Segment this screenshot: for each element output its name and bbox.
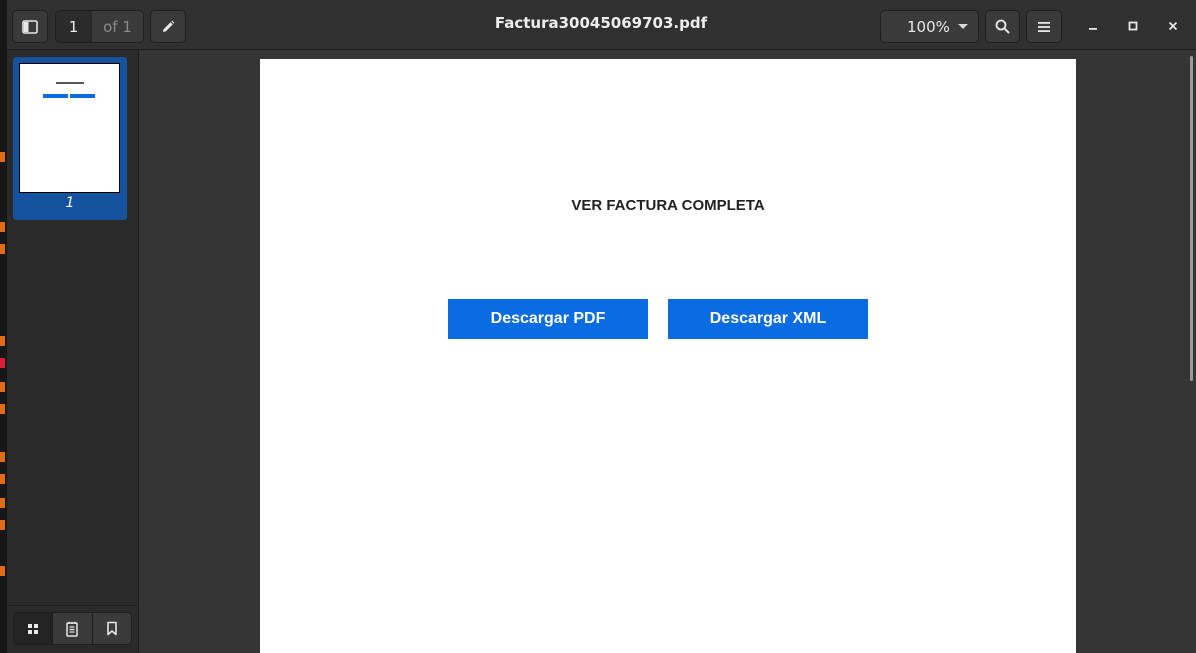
minimize-icon [1088,21,1098,31]
vertical-scrollbar[interactable] [1190,56,1193,381]
terminal-glyph [0,152,5,162]
sidebar-footer [7,605,138,653]
terminal-glyph [0,244,5,254]
chevron-down-icon [958,24,968,29]
thumbnail-button [70,94,95,98]
maximize-button[interactable] [1121,14,1145,38]
terminal-glyph [0,520,5,530]
document-list-icon [65,621,79,637]
minimize-button[interactable] [1081,14,1105,38]
thumbnail-preview [19,63,120,193]
thumbnail-button [43,94,68,98]
bookmarks-view-button[interactable] [92,613,131,644]
headerbar: 1 of 1 Factura30045069703.pdf 100% [7,0,1196,50]
search-button[interactable] [985,10,1020,43]
page-thumbnail[interactable]: 1 [13,57,127,220]
terminal-glyph [0,336,5,346]
main-menu-button[interactable] [1026,10,1062,43]
window-title: Factura30045069703.pdf [494,14,708,32]
search-icon [995,19,1010,34]
sidebar-toggle-button[interactable] [12,10,48,43]
terminal-glyph [0,404,5,414]
hamburger-icon [1037,21,1051,33]
page-heading: VER FACTURA COMPLETA [571,197,765,214]
terminal-glyph [0,382,5,392]
zoom-dropdown[interactable]: 100% [880,10,979,43]
thumbnail-page-label: 1 [65,195,75,211]
background-terminal-edge [0,0,7,653]
sidebar-view-switcher [13,612,132,645]
document-view[interactable]: VER FACTURA COMPLETA Descargar PDF Desca… [139,50,1196,653]
grid-icon [27,623,39,635]
download-xml-button[interactable]: Descargar XML [668,299,868,339]
pencil-icon [161,20,175,34]
page-total-label: of 1 [103,17,132,36]
bookmark-icon [106,621,118,636]
close-icon [1168,21,1178,31]
pdf-page: VER FACTURA COMPLETA Descargar PDF Desca… [260,59,1076,653]
thumbnail-sidebar: 1 [7,50,139,653]
annotate-button[interactable] [150,10,186,43]
terminal-glyph [0,474,5,484]
outline-view-button[interactable] [53,613,93,644]
terminal-glyph [0,566,5,576]
close-button[interactable] [1161,14,1185,38]
page-current-input[interactable]: 1 [56,11,92,42]
zoom-value: 100% [907,17,950,36]
sidebar-icon [22,19,38,34]
terminal-glyph [0,452,5,462]
download-pdf-button[interactable]: Descargar PDF [448,299,648,339]
maximize-icon [1128,21,1138,31]
thumbnail-heading [56,82,84,84]
thumbnails-view-button[interactable] [14,613,54,644]
terminal-glyph [0,222,5,232]
document-viewer-window: 1 of 1 Factura30045069703.pdf 100% 1 VER… [7,0,1196,653]
terminal-glyph [0,498,5,508]
page-number-entry[interactable]: 1 of 1 [55,10,144,43]
terminal-glyph [0,358,5,368]
